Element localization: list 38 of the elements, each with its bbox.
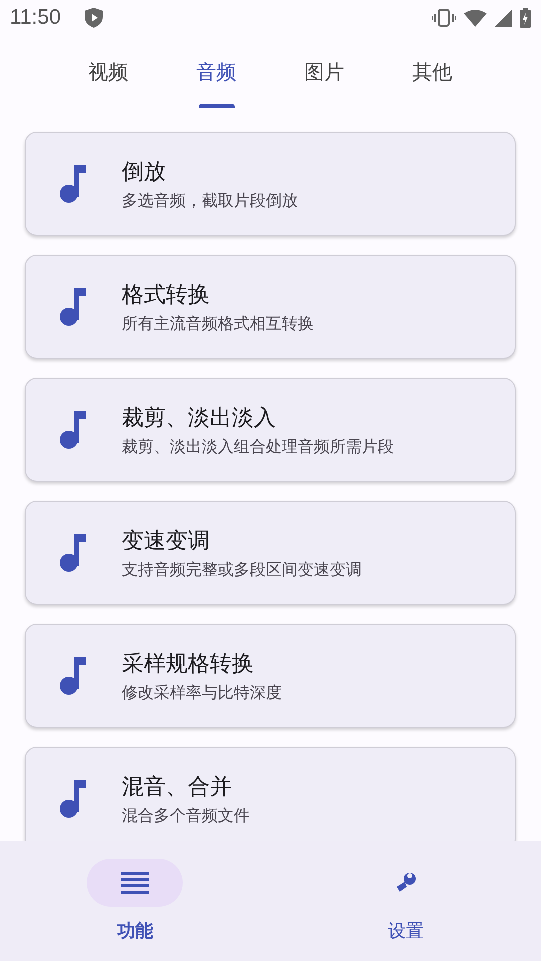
music-note-icon: [60, 657, 86, 695]
feature-card[interactable]: 变速变调 支持音频完整或多段区间变速变调: [25, 501, 516, 605]
shield-icon: [85, 8, 103, 28]
feature-title: 倒放: [122, 158, 167, 186]
feature-title: 格式转换: [122, 282, 211, 310]
vibrate-icon: [432, 9, 456, 27]
music-note-icon: [60, 780, 86, 818]
feature-card[interactable]: 混音、合并 混合多个音频文件: [25, 747, 516, 841]
status-time: 11:50: [10, 6, 61, 30]
nav-indicator[interactable]: [87, 859, 184, 907]
feature-description: 所有主流音频格式相互转换: [122, 314, 314, 334]
feature-card[interactable]: 倒放 多选音频，截取片段倒放: [25, 132, 516, 236]
battery-icon: [520, 8, 531, 28]
feature-description: 混合多个音频文件: [122, 806, 250, 826]
feature-description: 修改采样率与比特深度: [122, 682, 282, 704]
feature-title: 混音、合并: [122, 774, 233, 802]
music-note-icon: [60, 534, 86, 572]
feature-card[interactable]: 格式转换 所有主流音频格式相互转换: [25, 255, 516, 359]
signal-icon: [495, 10, 512, 26]
feature-title: 变速变调: [122, 528, 211, 556]
feature-card[interactable]: 采样规格转换 修改采样率与比特深度: [25, 624, 516, 728]
feature-description: 裁剪、淡出淡入组合处理音频所需片段: [122, 436, 394, 458]
nav-label[interactable]: 设置: [388, 919, 424, 943]
wifi-icon: [464, 10, 487, 26]
menu-icon[interactable]: [121, 872, 150, 894]
feature-title: 采样规格转换: [122, 650, 255, 678]
music-note-icon: [60, 411, 86, 449]
nav-label[interactable]: 功能: [117, 919, 154, 943]
feature-card[interactable]: 裁剪、淡出淡入 裁剪、淡出淡入组合处理音频所需片段: [25, 378, 516, 482]
music-note-icon: [60, 165, 86, 203]
feature-description: 多选音频，截取片段倒放: [122, 190, 298, 212]
music-note-icon: [60, 288, 86, 326]
feature-title: 裁剪、淡出淡入: [122, 404, 277, 432]
tab[interactable]: 图片: [270, 36, 378, 108]
tab[interactable]: 音频: [162, 36, 270, 108]
feature-description: 支持音频完整或多段区间变速变调: [122, 560, 362, 580]
tab[interactable]: 视频: [54, 36, 162, 108]
tab[interactable]: 其他: [378, 36, 486, 108]
